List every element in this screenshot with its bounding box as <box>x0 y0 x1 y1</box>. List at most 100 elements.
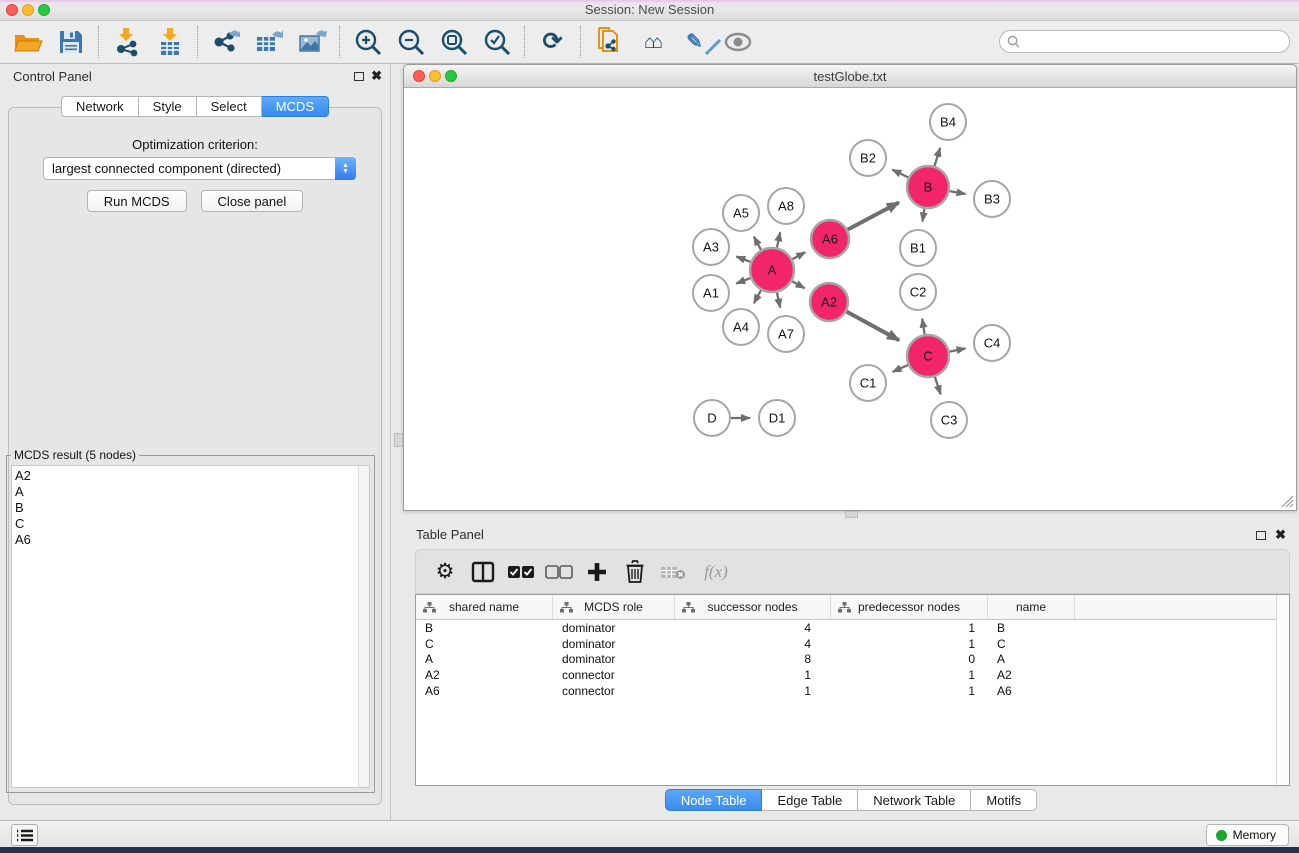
cell-name[interactable]: A <box>988 652 1075 666</box>
open-session-button[interactable] <box>6 23 49 61</box>
refresh-button[interactable]: ⟳ <box>531 23 574 61</box>
horizontal-splitter-handle[interactable] <box>845 511 858 518</box>
cell-predecessor-nodes[interactable]: 0 <box>831 652 988 666</box>
tab-network[interactable]: Network <box>61 96 139 117</box>
network-window-titlebar[interactable]: testGlobe.txt <box>404 65 1296 88</box>
tab-network-table[interactable]: Network Table <box>858 789 971 811</box>
graph-edge-A-A1[interactable] <box>736 278 750 283</box>
zoom-in-button[interactable] <box>346 23 389 61</box>
mcds-result-item[interactable]: A6 <box>15 532 358 548</box>
mcds-result-item[interactable]: B <box>15 500 358 516</box>
table-row[interactable]: A2connector11A2 <box>416 667 1289 683</box>
graph-edge-C-C3[interactable] <box>935 377 941 394</box>
float-panel-icon[interactable] <box>1256 531 1266 540</box>
cell-predecessor-nodes[interactable]: 1 <box>831 668 988 682</box>
table-row[interactable]: Bdominator41B <box>416 620 1289 636</box>
graph-edge-A-A8[interactable] <box>777 232 780 247</box>
graph-edge-A-A5[interactable] <box>754 237 761 250</box>
table-row[interactable]: A6connector11A6 <box>416 683 1289 699</box>
network-graph[interactable]: B4B2BB3A5A8A6A3B1AC2A1A2A4A7C4CC1C3DD1 <box>404 88 1296 510</box>
table-scrollbar[interactable] <box>1276 595 1289 785</box>
graph-edge-B-B3[interactable] <box>950 191 966 194</box>
cell-name[interactable]: B <box>988 621 1075 635</box>
cell-predecessor-nodes[interactable]: 1 <box>831 684 988 698</box>
delete-table-button[interactable] <box>654 553 692 591</box>
graph-edge-B-B1[interactable] <box>922 209 924 222</box>
zoom-fit-button[interactable] <box>432 23 475 61</box>
cell-successor-nodes[interactable]: 8 <box>675 652 831 666</box>
vertical-splitter-handle[interactable] <box>394 433 403 447</box>
cell-name[interactable]: A2 <box>988 668 1075 682</box>
import-table-button[interactable] <box>148 23 191 61</box>
cell-shared-name[interactable]: B <box>416 621 553 635</box>
network-canvas[interactable]: B4B2BB3A5A8A6A3B1AC2A1A2A4A7C4CC1C3DD1 <box>404 88 1296 510</box>
table-row[interactable]: Adominator80A <box>416 652 1289 668</box>
mcds-result-list[interactable]: A2ABCA6 <box>11 465 358 788</box>
task-history-button[interactable] <box>11 824 38 846</box>
table-row[interactable]: Cdominator41C <box>416 636 1289 652</box>
zoom-out-button[interactable] <box>389 23 432 61</box>
graph-edge-B-B2[interactable] <box>892 170 908 178</box>
cell-MCDS-role[interactable]: dominator <box>553 621 675 635</box>
cell-name[interactable]: C <box>988 637 1075 651</box>
home-button[interactable]: ⌂⌂ <box>630 23 673 61</box>
graph-edge-A2-C[interactable] <box>847 312 899 341</box>
run-mcds-button[interactable]: Run MCDS <box>87 190 187 212</box>
mcds-result-item[interactable]: C <box>15 516 358 532</box>
graph-edge-A-A4[interactable] <box>754 290 761 303</box>
resize-grip-icon[interactable] <box>1281 495 1294 508</box>
delete-column-button[interactable] <box>616 553 654 591</box>
mcds-result-scrollbar[interactable] <box>358 465 370 788</box>
cell-MCDS-role[interactable]: connector <box>553 684 675 698</box>
graph-edge-C-C1[interactable] <box>893 365 908 372</box>
show-column-button[interactable] <box>464 553 502 591</box>
column-header-predecessor-nodes[interactable]: predecessor nodes <box>831 595 988 619</box>
tab-edge-table[interactable]: Edge Table <box>762 789 858 811</box>
save-session-button[interactable] <box>49 23 92 61</box>
graph-edge-A6-B[interactable] <box>848 203 899 230</box>
tab-mcds[interactable]: MCDS <box>262 96 329 117</box>
cell-MCDS-role[interactable]: dominator <box>553 637 675 651</box>
graph-edge-A-A3[interactable] <box>736 257 750 262</box>
graph-edge-C-C4[interactable] <box>950 348 966 351</box>
zoom-selected-button[interactable] <box>475 23 518 61</box>
cell-MCDS-role[interactable]: connector <box>553 668 675 682</box>
memory-button[interactable]: Memory <box>1206 824 1289 846</box>
column-header-shared-name[interactable]: shared name <box>416 595 553 619</box>
tab-node-table[interactable]: Node Table <box>665 789 763 811</box>
cell-shared-name[interactable]: A6 <box>416 684 553 698</box>
tab-select[interactable]: Select <box>197 96 262 117</box>
search-box[interactable] <box>999 30 1290 53</box>
close-panel-icon[interactable]: ✖ <box>1275 527 1286 543</box>
float-panel-icon[interactable] <box>354 72 364 81</box>
cell-shared-name[interactable]: C <box>416 637 553 651</box>
cell-successor-nodes[interactable]: 1 <box>675 668 831 682</box>
column-header-name[interactable]: name <box>988 595 1075 619</box>
cell-shared-name[interactable]: A <box>416 652 553 666</box>
cell-successor-nodes[interactable]: 4 <box>675 637 831 651</box>
criterion-select[interactable]: largest connected component (directed) ▲… <box>43 157 356 180</box>
import-network-button[interactable] <box>105 23 148 61</box>
network-from-selection-button[interactable] <box>587 23 630 61</box>
close-panel-icon[interactable]: ✖ <box>371 68 382 84</box>
cell-MCDS-role[interactable]: dominator <box>553 652 675 666</box>
function-builder-button[interactable]: f(x) <box>692 553 740 591</box>
search-input[interactable] <box>1020 33 1289 51</box>
deselect-all-button[interactable] <box>540 553 578 591</box>
cell-predecessor-nodes[interactable]: 1 <box>831 637 988 651</box>
mcds-result-item[interactable]: A2 <box>15 468 358 484</box>
cell-successor-nodes[interactable]: 4 <box>675 621 831 635</box>
add-column-button[interactable] <box>578 553 616 591</box>
style-toggle-button[interactable]: ✎ <box>673 23 716 61</box>
export-network-button[interactable] <box>204 23 247 61</box>
cell-predecessor-nodes[interactable]: 1 <box>831 621 988 635</box>
graph-edge-B-B4[interactable] <box>935 148 941 166</box>
export-image-button[interactable] <box>290 23 333 61</box>
mcds-result-item[interactable]: A <box>15 484 358 500</box>
cell-name[interactable]: A6 <box>988 684 1075 698</box>
cell-successor-nodes[interactable]: 1 <box>675 684 831 698</box>
graph-edge-A-A7[interactable] <box>777 293 780 308</box>
table-settings-button[interactable]: ⚙ <box>426 553 464 591</box>
tab-style[interactable]: Style <box>139 96 197 117</box>
column-header-successor-nodes[interactable]: successor nodes <box>675 595 831 619</box>
